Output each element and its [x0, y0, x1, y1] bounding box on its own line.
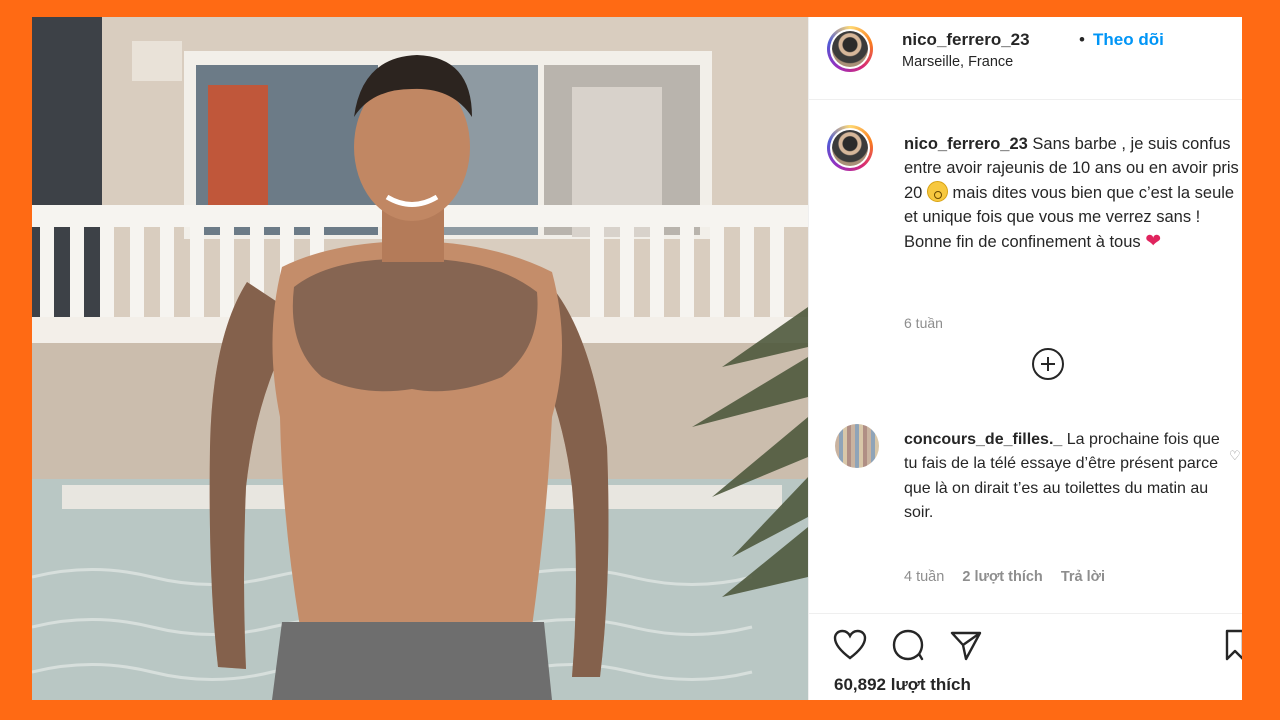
like-count[interactable]: 60,892 lượt thích	[834, 675, 971, 695]
follow-button[interactable]: Theo dõi	[1093, 30, 1164, 50]
comment-like-count[interactable]: 2 lượt thích	[962, 569, 1042, 585]
caption-username[interactable]: nico_ferrero_23	[904, 135, 1028, 153]
comment-like-heart-icon[interactable]: ♡	[1229, 448, 1241, 464]
caption-line-2: mais dites vous bien que c’est la seule …	[904, 183, 1235, 227]
bookmark-icon[interactable]	[1225, 629, 1242, 666]
caption-avatar[interactable]	[827, 125, 873, 171]
comment-meta: 4 tuần 2 lượt thích Trả lời	[904, 569, 1119, 585]
flushed-face-emoji-icon	[926, 180, 948, 202]
reply-button[interactable]: Trả lời	[1061, 569, 1105, 585]
comment-timestamp[interactable]: 4 tuần	[904, 569, 944, 585]
commenter-avatar[interactable]	[835, 424, 879, 468]
post-side-panel: nico_ferrero_23 • Theo dõi Marseille, Fr…	[808, 17, 1242, 700]
author-avatar[interactable]	[827, 26, 873, 72]
caption-line-3: Bonne fin de confinement à tous	[904, 232, 1146, 251]
separator-dot: •	[1079, 30, 1085, 49]
post-header: nico_ferrero_23 • Theo dõi Marseille, Fr…	[809, 17, 1242, 100]
caption-text: nico_ferrero_23 Sans barbe , je suis con…	[904, 132, 1242, 254]
instagram-post-window: nico_ferrero_23 • Theo dõi Marseille, Fr…	[32, 17, 1242, 700]
post-photo[interactable]	[32, 17, 808, 700]
comment-icon[interactable]	[891, 629, 925, 666]
load-more-comments-button[interactable]	[1032, 348, 1064, 380]
share-icon[interactable]	[949, 629, 983, 666]
post-location[interactable]: Marseille, France	[902, 54, 1013, 70]
caption-timestamp[interactable]: 6 tuần	[904, 315, 943, 331]
post-actions: 60,892 lượt thích	[809, 613, 1242, 700]
red-heart-emoji-icon: ❤	[1145, 230, 1162, 252]
heart-icon[interactable]	[833, 629, 867, 666]
photo-illustration	[32, 17, 808, 700]
author-username[interactable]: nico_ferrero_23	[902, 30, 1030, 50]
commenter-username[interactable]: concours_de_filles._	[904, 431, 1062, 448]
comment-text: concours_de_filles._ La prochaine fois q…	[904, 428, 1236, 526]
